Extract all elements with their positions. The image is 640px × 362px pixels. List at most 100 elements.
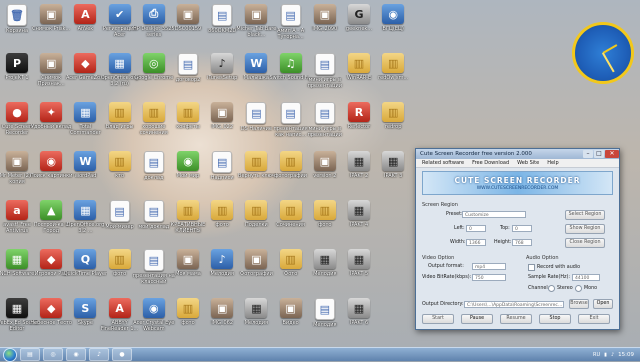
desktop-icon-glyph: ▥ — [382, 102, 405, 122]
volume-icon[interactable]: ♪ — [611, 352, 614, 358]
height-label: Height: — [494, 240, 512, 245]
start-button[interactable] — [3, 347, 17, 362]
mono-radio[interactable] — [575, 285, 582, 292]
video-option-label: Video Option — [422, 255, 455, 261]
maximize-button[interactable]: □ — [594, 150, 604, 158]
desktop-icon[interactable]: ▥ redrop — [373, 102, 413, 146]
output-directory-input[interactable]: C:\Users\...\AppData\Roaming\Screenrec..… — [464, 301, 564, 308]
desktop-icon[interactable]: ◉ ВГЦ(ЕЦ) — [373, 4, 413, 48]
desktop-icon[interactable]: ▦ IPAKT 6 — [339, 298, 379, 342]
desktop-icon-glyph: ▦ — [348, 151, 370, 171]
desktop-icon-glyph: ◉ — [177, 151, 199, 171]
desktop-icon-glyph: ▤ — [314, 53, 335, 75]
system-tray: RU ▮ ♪ 15:09 — [593, 352, 640, 358]
desktop-icon-glyph: ▥ — [348, 53, 370, 73]
mono-label: Mono — [584, 286, 598, 291]
start-button[interactable]: Start — [422, 314, 454, 324]
preset-label: Preset: — [446, 212, 463, 217]
desktop-icon-glyph: ▤ — [314, 102, 335, 124]
top-input[interactable]: 0 — [512, 225, 532, 232]
height-input[interactable]: 768 — [512, 239, 532, 246]
record-audio-checkbox[interactable] — [528, 264, 535, 271]
desktop-icon-glyph: ▤ — [246, 102, 267, 124]
exit-button[interactable]: Exit — [578, 314, 610, 324]
desktop-icon-glyph: ▥ — [211, 200, 234, 220]
desktop-icon-glyph: ▦ — [348, 200, 370, 220]
cute-screen-recorder-window[interactable]: Cute Screen Recorder free version 2.000 … — [415, 148, 620, 330]
desktop-icon[interactable]: ▦ IPAKT 5 — [339, 249, 379, 293]
desktop-icon-glyph: ▦ — [6, 298, 28, 318]
desktop-icon-glyph: ▥ — [279, 151, 302, 171]
sample-rate-select[interactable]: 44100 — [572, 274, 600, 281]
menu-related-software[interactable]: Related software — [422, 160, 464, 166]
show-region-button[interactable]: Show Region — [565, 224, 605, 234]
stereo-radio[interactable] — [548, 285, 555, 292]
clock-gadget[interactable] — [572, 22, 634, 84]
menu-help[interactable]: Help — [547, 160, 558, 166]
record-audio-label: Record with audio — [537, 265, 581, 270]
window-titlebar[interactable]: Cute Screen Recorder free version 2.000 … — [416, 149, 619, 159]
taskbar: ▤ ◎ ◉ ♪ ● RU ▮ ♪ 15:09 — [0, 347, 640, 362]
desktop-icon-glyph: W — [245, 53, 268, 73]
desktop-icon[interactable]: ▦ IPAKT 3 — [373, 151, 413, 195]
taskbar-app-recorder[interactable]: ● — [112, 348, 132, 361]
app-banner: CUTE SCREEN RECORDER WWW.CUTESCREENRECOR… — [422, 171, 613, 195]
open-button[interactable]: Open — [593, 299, 613, 309]
audio-option-label: Audio Option — [526, 255, 559, 261]
taskbar-app-explorer[interactable]: ▤ — [20, 348, 40, 361]
desktop-icon-glyph: ♪ — [211, 249, 234, 269]
desktop-icon-glyph: ▲ — [40, 200, 63, 220]
tray-language[interactable]: RU — [593, 352, 600, 358]
close-region-button[interactable]: Close Region — [565, 238, 605, 248]
pause-button[interactable]: Pause — [461, 314, 493, 324]
banner-title: CUTE SCREEN RECORDER — [454, 175, 581, 185]
taskbar-app-media[interactable]: ◉ — [66, 348, 86, 361]
desktop-icon-glyph: ♫ — [279, 53, 302, 73]
left-input[interactable]: 0 — [466, 225, 486, 232]
desktop-icon-glyph: ▣ — [6, 151, 28, 171]
desktop-icon-glyph: ▥ — [108, 249, 131, 269]
clock-hour-hand — [602, 44, 618, 54]
desktop-icon-glyph: ▤ — [109, 200, 130, 222]
banner-subtitle: WWW.CUTESCREENRECORDER.COM — [476, 185, 559, 191]
desktop-icon-glyph: ▥ — [245, 200, 268, 220]
desktop-icon-glyph: ▣ — [177, 249, 199, 269]
desktop-icon-glyph: ▣ — [245, 249, 268, 269]
desktop-icon-glyph: A — [108, 298, 131, 318]
desktop-icon-glyph: ▥ — [279, 249, 302, 269]
desktop-icon-glyph: ◉ — [40, 151, 63, 171]
stop-button[interactable]: Stop — [539, 314, 571, 324]
desktop-icon-glyph: 🗑 — [7, 4, 27, 26]
close-button[interactable]: ✕ — [605, 150, 619, 158]
desktop-icon-glyph: ✔ — [108, 4, 131, 24]
desktop-icon-glyph: ▦ — [348, 298, 370, 318]
desktop-icon-glyph: ▥ — [108, 151, 131, 171]
width-input[interactable]: 1366 — [466, 239, 486, 246]
resume-button[interactable]: Resume — [500, 314, 532, 324]
output-format-select[interactable]: mp4 — [472, 263, 506, 270]
desktop-icon[interactable]: ▦ IPAKT 4 — [339, 200, 379, 244]
desktop-icon-glyph: P — [6, 53, 28, 73]
desktop-icon-glyph: ◎ — [142, 53, 165, 73]
tray-clock[interactable]: 15:09 — [618, 352, 634, 358]
desktop-icon-glyph: A — [74, 4, 97, 24]
menu-web-site[interactable]: Web Site — [517, 160, 539, 166]
select-region-button[interactable]: Select Region — [565, 210, 605, 220]
video-bitrate-label: Video BitRate(kbps): — [422, 275, 472, 280]
channel-label: Channel: — [528, 286, 550, 291]
taskbar-app-chrome[interactable]: ◎ — [43, 348, 63, 361]
preset-select[interactable]: Customize — [462, 211, 526, 218]
minimize-button[interactable]: – — [583, 150, 593, 158]
desktop-icon-glyph: S — [74, 298, 97, 318]
desktop-icon[interactable]: ▥ redOw sm... — [373, 53, 413, 97]
browse-button[interactable]: Browse — [569, 299, 589, 309]
desktop-icon-glyph: ▥ — [177, 102, 199, 122]
desktop-icon-glyph: ▣ — [279, 298, 302, 318]
video-bitrate-select[interactable]: 750 — [472, 274, 506, 281]
network-icon[interactable]: ▮ — [604, 352, 607, 358]
desktop-icon-glyph: ▥ — [108, 102, 131, 122]
desktop-icon-glyph: R — [348, 102, 370, 122]
menu-free-download[interactable]: Free Download — [472, 160, 509, 166]
taskbar-app-music[interactable]: ♪ — [89, 348, 109, 361]
desktop-icon-glyph: ▤ — [212, 151, 233, 173]
